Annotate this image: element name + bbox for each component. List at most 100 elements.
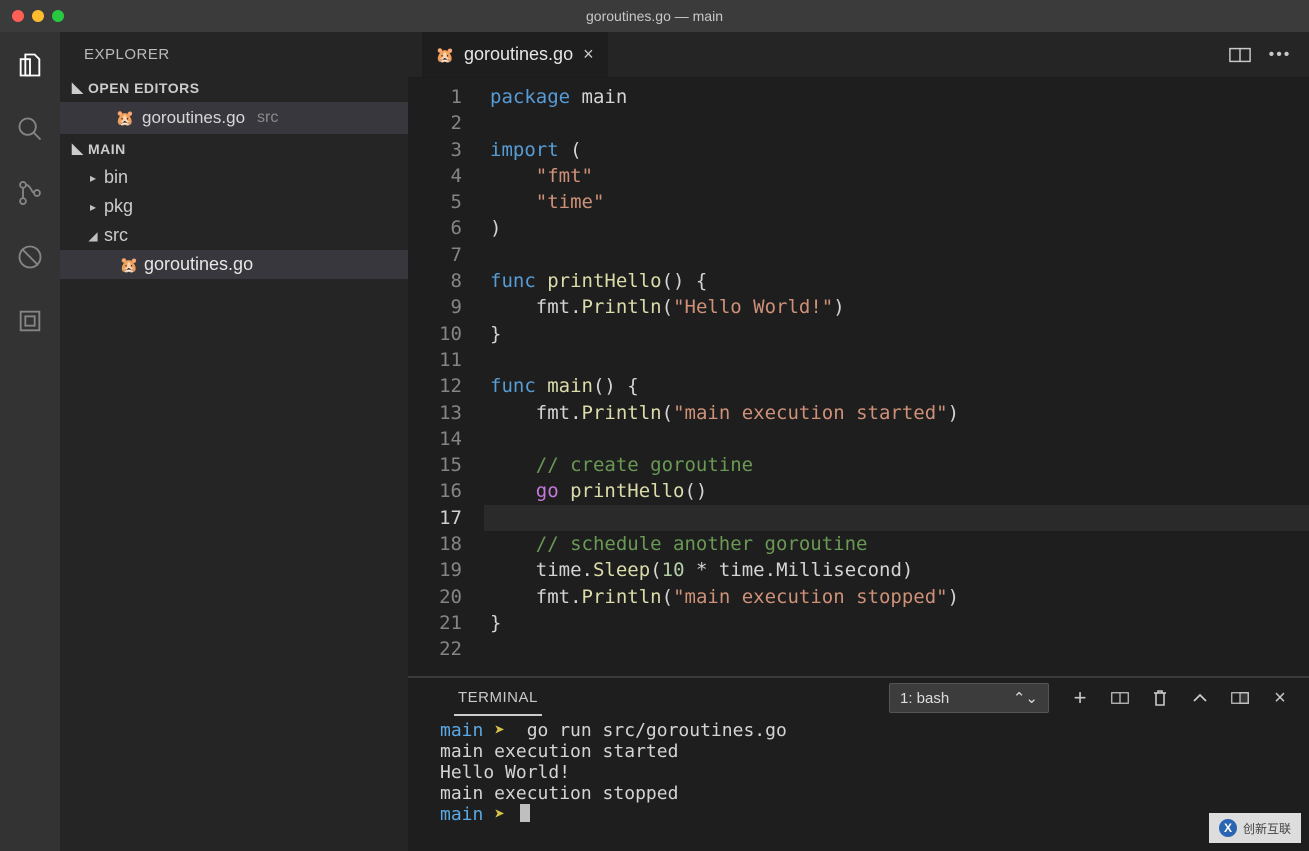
line-number: 18	[408, 531, 484, 557]
line-number: 20	[408, 584, 484, 610]
source-control-icon[interactable]	[15, 178, 45, 208]
chevron-up-icon[interactable]	[1191, 689, 1209, 707]
line-content	[484, 242, 1309, 268]
folder-name: pkg	[104, 196, 133, 217]
maximize-panel-icon[interactable]	[1231, 689, 1249, 707]
code-line[interactable]: 17	[408, 505, 1309, 531]
line-number: 19	[408, 557, 484, 583]
split-terminal-icon[interactable]	[1111, 689, 1129, 707]
project-header[interactable]: ◣ MAIN	[60, 134, 408, 163]
terminal-line: main ➤ go run src/goroutines.go	[440, 720, 1289, 741]
tab-label: goroutines.go	[464, 44, 573, 65]
open-editors-label: OPEN EDITORS	[88, 80, 200, 96]
close-icon[interactable]: ×	[583, 44, 594, 65]
code-line[interactable]: 22	[408, 636, 1309, 662]
folder-src[interactable]: ◢ src	[60, 221, 408, 250]
code-line[interactable]: 1package main	[408, 84, 1309, 110]
code-line[interactable]: 14	[408, 426, 1309, 452]
line-content: // schedule another goroutine	[484, 531, 1309, 557]
window-close-button[interactable]	[12, 10, 24, 22]
terminal-line: main ➤	[440, 804, 1289, 825]
line-content: )	[484, 215, 1309, 241]
line-number: 9	[408, 294, 484, 320]
trash-icon[interactable]	[1151, 689, 1169, 707]
close-panel-icon[interactable]: ×	[1271, 689, 1289, 707]
terminal-tab[interactable]: TERMINAL	[454, 681, 542, 716]
extensions-icon[interactable]	[15, 306, 45, 336]
line-number: 3	[408, 137, 484, 163]
line-content: func main() {	[484, 373, 1309, 399]
line-content: }	[484, 610, 1309, 636]
line-content	[484, 636, 1309, 662]
terminal-body[interactable]: main ➤ go run src/goroutines.go main exec…	[408, 718, 1309, 851]
line-number: 1	[408, 84, 484, 110]
terminal-line: main execution stopped	[440, 783, 1289, 804]
code-line[interactable]: 12func main() {	[408, 373, 1309, 399]
code-line[interactable]: 13 fmt.Println("main execution started")	[408, 400, 1309, 426]
line-content: go printHello()	[484, 478, 1309, 504]
open-editor-item[interactable]: 🐹 goroutines.go src	[60, 102, 408, 134]
search-icon[interactable]	[15, 114, 45, 144]
code-line[interactable]: 4 "fmt"	[408, 163, 1309, 189]
code-line[interactable]: 6)	[408, 215, 1309, 241]
line-number: 13	[408, 400, 484, 426]
activity-bar	[0, 32, 60, 851]
go-file-icon: 🐹	[436, 46, 454, 64]
code-line[interactable]: 19 time.Sleep(10 * time.Millisecond)	[408, 557, 1309, 583]
line-number: 22	[408, 636, 484, 662]
line-number: 21	[408, 610, 484, 636]
caret-down-icon: ◣	[72, 140, 82, 157]
terminal-panel: TERMINAL 1: bash ⌃⌄ +	[408, 676, 1309, 851]
line-content: fmt.Println("main execution started")	[484, 400, 1309, 426]
line-content: "time"	[484, 189, 1309, 215]
window-maximize-button[interactable]	[52, 10, 64, 22]
window-minimize-button[interactable]	[32, 10, 44, 22]
code-line[interactable]: 2	[408, 110, 1309, 136]
code-line[interactable]: 10}	[408, 321, 1309, 347]
terminal-cursor	[520, 804, 530, 822]
chevron-down-icon: ◢	[88, 229, 98, 243]
folder-name: src	[104, 225, 128, 246]
tab-goroutines[interactable]: 🐹 goroutines.go ×	[422, 32, 608, 77]
line-number: 8	[408, 268, 484, 294]
line-content	[484, 347, 1309, 373]
line-content	[484, 426, 1309, 452]
code-line[interactable]: 20 fmt.Println("main execution stopped")	[408, 584, 1309, 610]
code-line[interactable]: 21}	[408, 610, 1309, 636]
watermark: X 创新互联	[1209, 813, 1301, 843]
debug-icon[interactable]	[15, 242, 45, 272]
code-line[interactable]: 3import (	[408, 137, 1309, 163]
line-number: 11	[408, 347, 484, 373]
folder-bin[interactable]: ▸ bin	[60, 163, 408, 192]
line-number: 5	[408, 189, 484, 215]
more-actions-icon[interactable]: •••	[1269, 46, 1291, 64]
terminal-line: Hello World!	[440, 762, 1289, 783]
code-line[interactable]: 18 // schedule another goroutine	[408, 531, 1309, 557]
line-content: func printHello() {	[484, 268, 1309, 294]
line-number: 14	[408, 426, 484, 452]
code-line[interactable]: 5 "time"	[408, 189, 1309, 215]
line-content: // create goroutine	[484, 452, 1309, 478]
explorer-icon[interactable]	[15, 50, 45, 80]
line-number: 4	[408, 163, 484, 189]
code-line[interactable]: 15 // create goroutine	[408, 452, 1309, 478]
code-line[interactable]: 16 go printHello()	[408, 478, 1309, 504]
titlebar: goroutines.go — main	[0, 0, 1309, 32]
terminal-selector[interactable]: 1: bash ⌃⌄	[889, 683, 1049, 713]
file-goroutines[interactable]: 🐹 goroutines.go	[60, 250, 408, 279]
line-content: "fmt"	[484, 163, 1309, 189]
chevron-updown-icon: ⌃⌄	[1013, 689, 1038, 707]
code-line[interactable]: 7	[408, 242, 1309, 268]
terminal-selector-label: 1: bash	[900, 690, 949, 707]
new-terminal-icon[interactable]: +	[1071, 689, 1089, 707]
code-line[interactable]: 8func printHello() {	[408, 268, 1309, 294]
code-editor[interactable]: 1package main23import (4 "fmt"5 "time"6)…	[408, 78, 1309, 676]
code-line[interactable]: 11	[408, 347, 1309, 373]
folder-pkg[interactable]: ▸ pkg	[60, 192, 408, 221]
editor-tabs: 🐹 goroutines.go × •••	[408, 32, 1309, 78]
chevron-right-icon: ▸	[88, 200, 98, 214]
line-number: 12	[408, 373, 484, 399]
code-line[interactable]: 9 fmt.Println("Hello World!")	[408, 294, 1309, 320]
split-editor-icon[interactable]	[1229, 46, 1251, 64]
open-editors-header[interactable]: ◣ OPEN EDITORS	[60, 73, 408, 102]
